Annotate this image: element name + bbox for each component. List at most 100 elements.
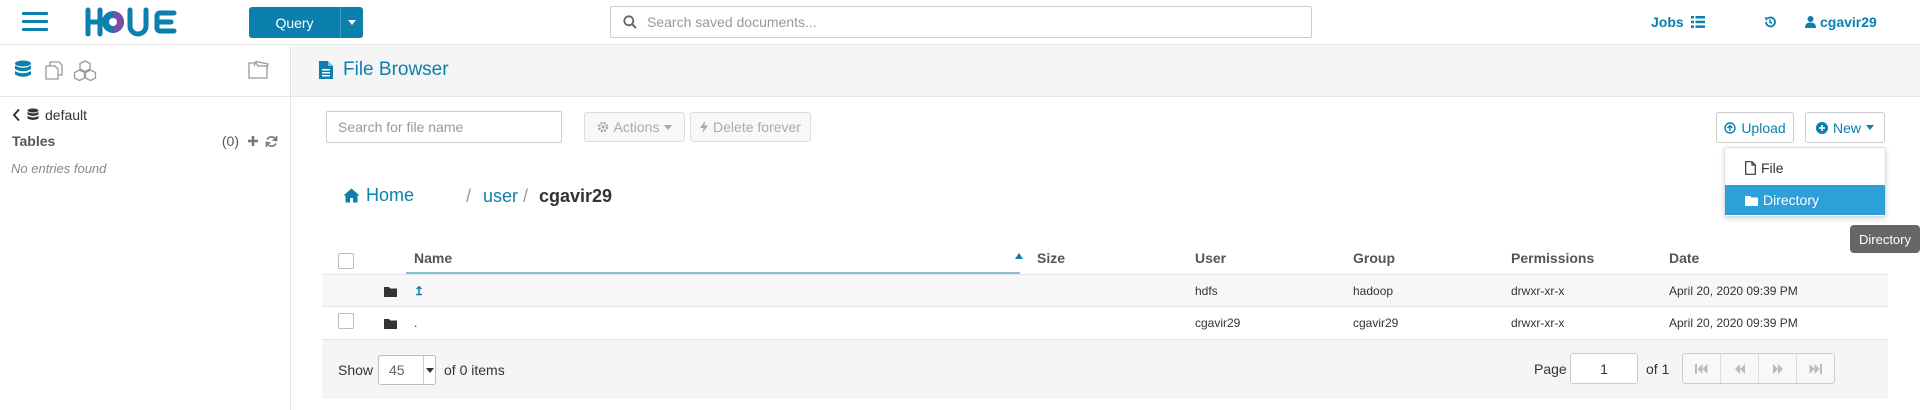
global-search-input[interactable] xyxy=(647,14,1287,30)
folder-icon xyxy=(384,319,397,329)
file-group: cgavir29 xyxy=(1353,316,1399,330)
select-all-checkbox[interactable] xyxy=(338,253,354,269)
first-page-button[interactable] xyxy=(1683,354,1721,383)
breadcrumb-separator: / xyxy=(466,186,472,206)
file-group: hadoop xyxy=(1353,284,1394,298)
bolt-icon xyxy=(700,121,709,133)
folder-icon[interactable] xyxy=(248,60,270,80)
assist-tabs xyxy=(0,45,290,97)
tables-label: Tables xyxy=(12,133,56,149)
last-page-button[interactable] xyxy=(1797,354,1834,383)
user-menu[interactable]: cgavir29 xyxy=(1805,14,1877,30)
global-search xyxy=(610,6,1312,38)
breadcrumb-home-label: Home xyxy=(366,185,415,205)
previous-page-button[interactable] xyxy=(1721,354,1759,383)
column-size[interactable]: Size xyxy=(1037,250,1065,266)
caret-down-icon xyxy=(1866,125,1874,130)
items-per-page-value: 45 xyxy=(389,362,405,378)
page-header: File Browser xyxy=(292,45,1920,97)
table-row[interactable]: ↥ hdfs hadoop drwxr-xr-x April 20, 2020 … xyxy=(322,274,1888,306)
top-navbar: Query Jobs cgavir29 xyxy=(0,0,1920,45)
main-content: File Browser Actions Delete forever Uplo… xyxy=(292,45,1920,410)
items-count: of 0 items xyxy=(444,362,505,378)
file-name-link[interactable]: ↥ xyxy=(414,284,424,298)
column-permissions[interactable]: Permissions xyxy=(1511,250,1594,266)
documents-icon[interactable] xyxy=(44,60,64,80)
breadcrumb-home[interactable]: Home xyxy=(343,185,414,206)
file-permissions: drwxr-xr-x xyxy=(1511,316,1565,330)
delete-forever-button[interactable]: Delete forever xyxy=(690,112,811,142)
upload-label: Upload xyxy=(1741,119,1786,136)
file-permissions: drwxr-xr-x xyxy=(1511,284,1565,298)
file-icon xyxy=(319,61,333,79)
database-icon[interactable] xyxy=(14,60,32,80)
new-directory-item[interactable]: Directory xyxy=(1725,185,1885,215)
actions-button[interactable]: Actions xyxy=(584,112,685,142)
refresh-icon[interactable] xyxy=(265,135,278,148)
home-icon xyxy=(343,188,360,203)
column-date[interactable]: Date xyxy=(1669,250,1699,266)
table-header: Name Size User Group Permissions Date xyxy=(322,241,1888,274)
column-user[interactable]: User xyxy=(1195,250,1226,266)
caret-down-icon xyxy=(348,20,356,25)
new-button[interactable]: New xyxy=(1805,112,1885,143)
new-file-item[interactable]: File xyxy=(1725,153,1885,183)
breadcrumb: Home / user / cgavir29 xyxy=(292,185,992,225)
query-dropdown-toggle[interactable] xyxy=(341,7,363,38)
folder-icon xyxy=(384,287,397,297)
file-name-link[interactable]: . xyxy=(414,316,417,330)
cubes-icon[interactable] xyxy=(73,60,97,82)
upload-icon xyxy=(1724,121,1737,134)
file-outline-icon xyxy=(1745,161,1756,175)
breadcrumb-user[interactable]: user xyxy=(483,186,518,207)
column-group[interactable]: Group xyxy=(1353,250,1395,266)
column-name[interactable]: Name xyxy=(414,250,452,266)
new-label: New xyxy=(1832,119,1861,136)
actions-label: Actions xyxy=(613,119,660,135)
menu-icon[interactable] xyxy=(22,12,48,32)
jobs-label: Jobs xyxy=(1651,14,1684,30)
chevron-left-icon[interactable] xyxy=(12,108,21,122)
page-number-input[interactable]: 1 xyxy=(1570,353,1638,384)
forward-icon xyxy=(1772,363,1783,374)
file-user: hdfs xyxy=(1195,284,1218,298)
list-icon xyxy=(1690,16,1705,28)
upload-button[interactable]: Upload xyxy=(1716,112,1794,143)
next-page-button[interactable] xyxy=(1759,354,1797,383)
database-small-icon xyxy=(27,108,39,120)
items-per-page-select[interactable]: 45 xyxy=(378,355,436,385)
new-directory-label: Directory xyxy=(1763,192,1820,208)
username-label: cgavir29 xyxy=(1820,14,1877,30)
table-row[interactable]: . cgavir29 cgavir29 drwxr-xr-x April 20,… xyxy=(322,306,1888,338)
backward-icon xyxy=(1734,363,1745,374)
hue-logo[interactable] xyxy=(82,6,182,38)
breadcrumb-current[interactable]: cgavir29 xyxy=(539,186,612,207)
database-selector[interactable]: default xyxy=(12,107,87,123)
last-page-icon xyxy=(1809,363,1822,374)
table-footer: Show 45 of 0 items Page 1 of 1 xyxy=(322,339,1888,399)
tables-count: (0) xyxy=(221,133,239,149)
file-name-search-input[interactable] xyxy=(326,111,562,143)
new-dropdown-menu: File Directory xyxy=(1724,147,1886,217)
caret-down-icon xyxy=(664,124,673,130)
history-icon[interactable] xyxy=(1763,15,1777,29)
page-label: Page xyxy=(1534,361,1567,377)
tables-header: Tables (0) xyxy=(12,133,278,149)
database-name: default xyxy=(45,107,88,123)
plus-circle-icon xyxy=(1815,121,1828,134)
breadcrumb-separator: / xyxy=(523,186,529,206)
page-total: of 1 xyxy=(1646,361,1670,377)
row-checkbox[interactable] xyxy=(338,313,354,329)
sort-ascending-icon xyxy=(1015,253,1023,259)
plus-icon[interactable] xyxy=(247,135,259,147)
pagination-controls xyxy=(1682,353,1835,384)
search-icon xyxy=(623,15,637,29)
new-file-label: File xyxy=(1761,160,1784,176)
page-title: File Browser xyxy=(319,59,449,81)
jobs-button[interactable]: Jobs xyxy=(1651,14,1705,30)
file-date: April 20, 2020 09:39 PM xyxy=(1669,284,1798,298)
first-page-icon xyxy=(1695,363,1708,374)
delete-forever-label: Delete forever xyxy=(713,119,801,135)
left-assist-panel: default Tables (0) No entries found xyxy=(0,45,291,410)
query-button[interactable]: Query xyxy=(249,7,341,38)
